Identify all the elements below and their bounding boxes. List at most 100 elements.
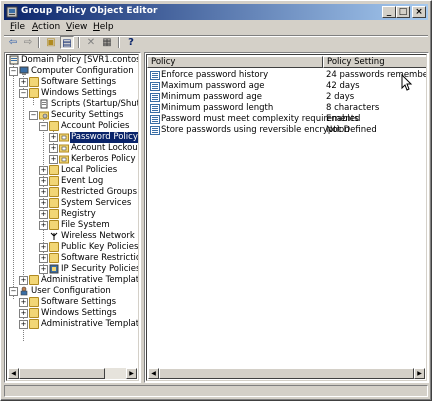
policy-folder-icon (59, 133, 69, 142)
tree-item-label: File System (61, 220, 110, 230)
menu-view[interactable]: View (66, 22, 87, 32)
expand-toggle[interactable]: + (39, 199, 48, 208)
scroll-thumb[interactable] (159, 368, 414, 379)
expand-toggle[interactable]: + (39, 210, 48, 219)
tree-item-label: Security Settings (51, 110, 124, 120)
policy-list: Policy Policy Setting Enforce password h… (146, 54, 427, 381)
policy-setting-icon (150, 71, 160, 80)
tree-item-label: System Services (61, 198, 132, 208)
tree-item-label: Password Policy (70, 132, 138, 143)
details-pane[interactable]: Policy Policy Setting Enforce password h… (144, 52, 429, 383)
folder-icon (29, 77, 39, 87)
collapse-toggle[interactable]: − (39, 122, 48, 131)
tree-item-label: Computer Configuration (31, 66, 134, 76)
expand-toggle[interactable]: + (19, 298, 28, 307)
policy-name: Minimum password length (161, 103, 274, 113)
properties-button[interactable]: ▦ (100, 36, 114, 49)
menu-action[interactable]: Action (32, 22, 60, 32)
tree-item-label: Administrative Templates (41, 275, 139, 285)
folder-icon (49, 198, 59, 208)
antenna-icon (50, 232, 58, 240)
expand-toggle[interactable]: + (39, 265, 48, 274)
tree-item-label: Windows Settings (41, 308, 117, 318)
policy-icon (9, 55, 19, 65)
show-tree-button[interactable]: ▤ (60, 36, 74, 49)
folder-icon (29, 297, 39, 307)
tree-horizontal-scrollbar[interactable]: ◀ ▶ (8, 368, 137, 379)
expand-toggle[interactable]: + (49, 144, 58, 153)
maximize-button[interactable]: □ (396, 6, 410, 18)
expand-toggle[interactable]: + (39, 221, 48, 230)
delete-button[interactable]: ✕ (84, 36, 98, 49)
tree-item-label: Software Restrictio (61, 253, 139, 263)
toolbar-divider (78, 37, 80, 48)
expand-toggle[interactable]: + (39, 177, 48, 186)
folder-icon (49, 187, 59, 197)
menu-file[interactable]: File (10, 22, 25, 32)
policy-name: Store passwords using reversible encrypt… (161, 125, 350, 135)
expand-toggle[interactable]: + (39, 254, 48, 263)
menu-help[interactable]: Help (93, 22, 114, 32)
folder-icon (29, 275, 39, 285)
collapse-toggle[interactable]: − (9, 287, 18, 296)
policy-setting-icon (150, 104, 160, 113)
tree-connector (13, 63, 14, 299)
folder-icon (29, 319, 39, 329)
collapse-toggle[interactable]: − (19, 89, 28, 98)
expand-toggle[interactable]: + (49, 155, 58, 164)
expand-toggle[interactable]: + (19, 309, 28, 318)
folder-icon (49, 121, 59, 131)
scroll-thumb[interactable] (19, 368, 105, 379)
folder-icon (49, 253, 59, 263)
tree-item-label: IP Security Policies o (61, 264, 139, 274)
tree-item-label: Account Policies (61, 121, 130, 131)
collapse-toggle[interactable]: − (29, 111, 38, 120)
expand-toggle[interactable]: + (39, 188, 48, 197)
column-header-policy-setting[interactable]: Policy Setting (323, 56, 426, 68)
console-tree-pane[interactable]: Domain Policy [SVR1.contoso.com] − Compu… (4, 52, 141, 383)
policy-setting-icon (150, 126, 160, 135)
folder-icon (49, 176, 59, 186)
security-folder-icon (39, 111, 49, 120)
computer-icon (19, 66, 29, 75)
scroll-right-button[interactable]: ▶ (126, 368, 137, 379)
scroll-right-button[interactable]: ▶ (414, 368, 425, 379)
toolbar-divider (38, 37, 40, 48)
policy-name: Minimum password age (161, 92, 262, 102)
tree-item-label: Kerberos Policy (71, 154, 136, 164)
policy-name: Maximum password age (161, 81, 265, 91)
help-button[interactable]: ? (124, 36, 138, 49)
forward-button[interactable]: ⇨ (21, 36, 35, 49)
tree-item-label: Software Settings (41, 77, 117, 87)
expand-toggle[interactable]: + (39, 166, 48, 175)
up-level-button[interactable]: ▣ (44, 36, 58, 49)
tree-item-label: Event Log (61, 176, 104, 186)
close-button[interactable]: × (412, 6, 426, 18)
tree-item-label: Software Settings (41, 297, 117, 307)
console-tree: Domain Policy [SVR1.contoso.com] − Compu… (6, 54, 139, 381)
policy-name: Enforce password history (161, 70, 269, 80)
tree-item-label: Domain Policy [SVR1.contoso.com] (21, 55, 138, 65)
minimize-button[interactable]: _ (382, 6, 396, 18)
expand-toggle[interactable]: + (19, 78, 28, 87)
scroll-left-button[interactable]: ◀ (148, 368, 159, 379)
expand-toggle[interactable]: + (19, 276, 28, 285)
expand-toggle[interactable]: + (49, 133, 58, 142)
mouse-cursor-icon (401, 74, 413, 91)
scroll-left-button[interactable]: ◀ (8, 368, 19, 379)
title-bar[interactable]: Group Policy Object Editor _ □ × (4, 4, 428, 20)
expand-toggle[interactable]: + (39, 243, 48, 252)
app-icon (6, 6, 18, 18)
back-button[interactable]: ⇦ (6, 36, 20, 49)
expand-toggle[interactable]: + (19, 320, 28, 329)
status-bar (4, 385, 428, 397)
list-horizontal-scrollbar[interactable]: ◀ ▶ (148, 368, 425, 379)
status-cell (4, 385, 428, 397)
collapse-toggle[interactable]: − (9, 67, 18, 76)
users-icon (20, 286, 28, 296)
folder-icon (29, 88, 39, 98)
folder-icon (49, 209, 59, 219)
column-header-policy[interactable]: Policy (147, 56, 323, 68)
policy-setting-value: 8 characters (326, 103, 380, 113)
policy-setting-icon (150, 115, 160, 124)
